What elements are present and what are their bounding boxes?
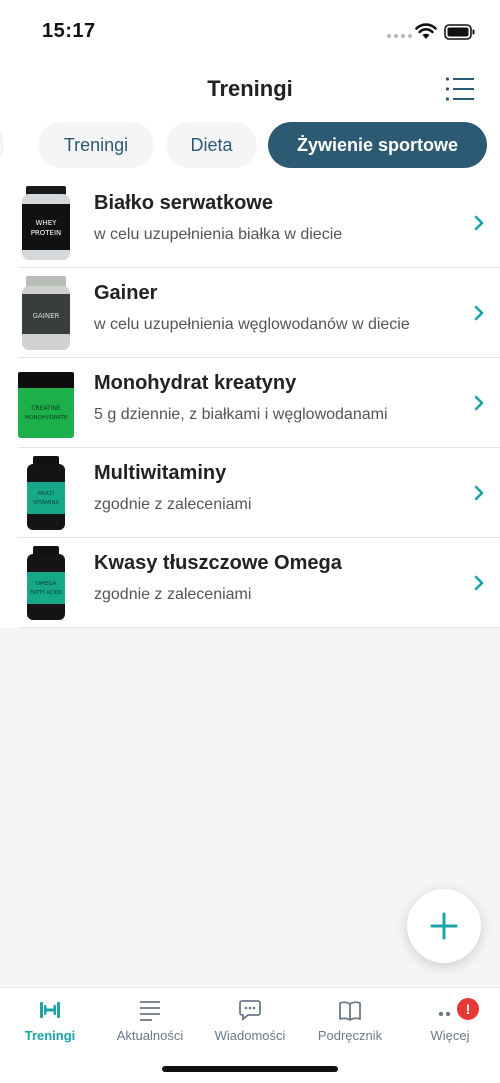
plus-icon (430, 912, 458, 940)
item-subtitle: zgodnie z zaleceniami (94, 586, 252, 603)
omega-bottle-image: OMEGA FATTY ACIDS (27, 546, 65, 620)
dumbbell-icon (40, 1002, 60, 1018)
status-time: 15:17 (42, 20, 96, 42)
wifi-icon (415, 23, 437, 39)
chevron-right-icon (474, 215, 484, 231)
home-indicator (162, 1066, 338, 1072)
item-subtitle: 5 g dziennie, z białkami i węglowodanami (94, 406, 388, 423)
list-item[interactable]: MULTI VITAMINS Multiwitaminy zgodnie z z… (18, 448, 500, 538)
item-title: Gainer (94, 282, 158, 304)
supplement-list: WHEY PROTEIN Białko serwatkowe w celu uz… (0, 178, 500, 628)
list-menu-icon[interactable] (445, 76, 475, 102)
list-item[interactable]: WHEY PROTEIN Białko serwatkowe w celu uz… (18, 178, 500, 268)
svg-text:VITAMINS: VITAMINS (33, 500, 60, 506)
tab-treningi[interactable]: Treningi (38, 122, 154, 168)
svg-text:GAINER: GAINER (33, 312, 60, 320)
nav-label: Wiadomości (214, 1028, 286, 1043)
svg-text:PROTEIN: PROTEIN (31, 229, 62, 237)
item-subtitle: w celu uzupełnienia węglowodanów w dieci… (94, 316, 410, 333)
tab-dieta[interactable]: Dieta (166, 122, 257, 168)
status-bar: 15:17 (0, 0, 500, 62)
item-subtitle: w celu uzupełnienia białka w diecie (94, 226, 343, 243)
svg-text:WHEY: WHEY (36, 219, 58, 227)
chevron-right-icon (474, 485, 484, 501)
tab-hidden[interactable] (0, 122, 4, 168)
list-item[interactable]: OMEGA FATTY ACIDS Kwasy tłuszczowe Omega… (18, 538, 500, 628)
category-tabs: Treningi Dieta Żywienie sportowe (0, 116, 500, 178)
add-button[interactable] (407, 889, 481, 963)
svg-text:CREATINE: CREATINE (31, 405, 61, 412)
battery-icon (444, 24, 475, 40)
notification-badge: ! (457, 998, 479, 1020)
chat-bubble-icon (239, 1000, 261, 1021)
chevron-right-icon (474, 575, 484, 591)
svg-text:MULTI: MULTI (38, 491, 54, 497)
gainer-jar-image: GAINER (22, 276, 70, 350)
item-title: Monohydrat kreatyny (94, 372, 297, 394)
multivitamin-bottle-image: MULTI VITAMINS (27, 456, 65, 530)
whey-protein-jar-image: WHEY PROTEIN (22, 186, 70, 260)
top-bar: Treningi (0, 62, 500, 116)
nav-label: Aktualności (116, 1028, 184, 1043)
svg-text:FATTY ACIDS: FATTY ACIDS (30, 590, 61, 596)
nav-label: Więcej (430, 1028, 470, 1043)
svg-text:OMEGA: OMEGA (36, 581, 57, 587)
list-item[interactable]: CREATINE MONOHYDRATE Monohydrat kreatyny… (18, 358, 500, 448)
nav-wiecej[interactable]: ! Więcej (400, 994, 500, 1050)
svg-text:MONOHYDRATE: MONOHYDRATE (24, 415, 68, 421)
signal-icon (387, 34, 412, 38)
creatine-tub-image: CREATINE MONOHYDRATE (18, 372, 74, 438)
book-icon (339, 1001, 361, 1021)
nav-wiadomosci[interactable]: Wiadomości (200, 994, 300, 1050)
page-title: Treningi (207, 76, 293, 101)
nav-label: Podręcznik (317, 1028, 383, 1043)
chevron-right-icon (474, 395, 484, 411)
chevron-right-icon (474, 305, 484, 321)
tab-zywienie-sportowe[interactable]: Żywienie sportowe (268, 122, 487, 168)
item-subtitle: zgodnie z zaleceniami (94, 496, 252, 513)
nav-treningi[interactable]: Treningi (0, 994, 100, 1050)
item-title: Multiwitaminy (94, 462, 227, 484)
nav-podrecznik[interactable]: Podręcznik (300, 994, 400, 1050)
nav-label: Treningi (24, 1028, 76, 1043)
item-title: Kwasy tłuszczowe Omega (94, 552, 342, 574)
app-screen: 15:17 Treningi Treningi Dieta Żywienie s… (0, 0, 500, 1083)
item-title: Białko serwatkowe (94, 192, 273, 214)
nav-aktualnosci[interactable]: Aktualności (100, 994, 200, 1050)
list-item[interactable]: GAINER Gainer w celu uzupełnienia węglow… (18, 268, 500, 358)
news-lines-icon (140, 1001, 160, 1021)
